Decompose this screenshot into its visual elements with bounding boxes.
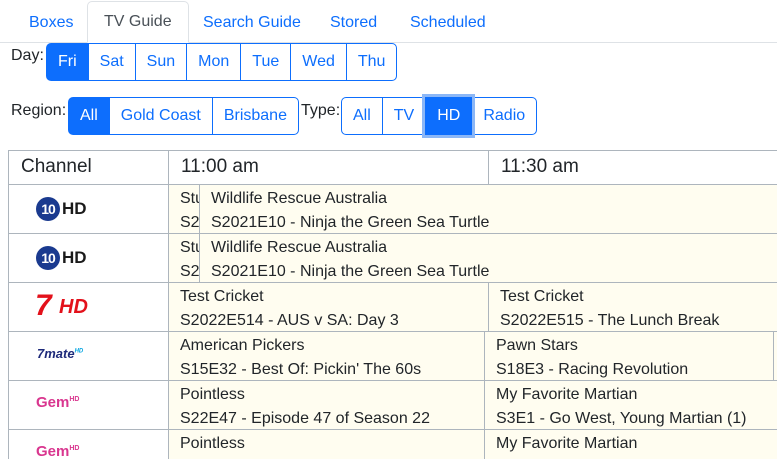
7mate-hd-logo: 7mateHD — [37, 346, 84, 361]
channel-cell: GemHD — [8, 381, 169, 430]
day-mon-button[interactable]: Mon — [186, 43, 242, 81]
tv-guide-grid: Channel 11:00 am 11:30 am 10 HD Stu S20 W… — [8, 150, 777, 459]
program-cell[interactable]: Wildlife Rescue Australia S2021E10 - Nin… — [199, 234, 777, 283]
channel-row: 7mateHD American Pickers S15E32 - Best O… — [8, 332, 777, 381]
type-button-group: All TV HD Radio — [341, 97, 538, 135]
program-cell[interactable]: American Pickers S15E32 - Best Of: Picki… — [169, 332, 485, 381]
program-cell[interactable]: Wildlife Rescue Australia S2021E10 - Nin… — [199, 185, 777, 234]
nav-tabs: Boxes TV Guide Search Guide Stored Sched… — [0, 0, 777, 43]
day-sun-button[interactable]: Sun — [134, 43, 188, 81]
day-sat-button[interactable]: Sat — [87, 43, 136, 81]
program-cell[interactable]: Pointless — [169, 430, 485, 459]
type-label: Type: — [301, 102, 341, 119]
day-fri-button[interactable]: Fri — [46, 43, 89, 81]
tab-stored[interactable]: Stored — [314, 2, 393, 43]
program-episode: S3E1 - Go West, Young Martian (1) — [496, 410, 747, 427]
type-tv-button[interactable]: TV — [381, 97, 427, 135]
ten-hd-logo: 10 HD — [36, 246, 88, 272]
channel-cell: 7mateHD — [8, 332, 169, 381]
program-title: Test Cricket — [180, 288, 264, 305]
tab-scheduled[interactable]: Scheduled — [394, 2, 502, 43]
tab-search-guide[interactable]: Search Guide — [187, 2, 317, 43]
program-cell[interactable]: My Favorite Martian — [485, 430, 777, 459]
region-label: Region: — [11, 102, 67, 119]
type-hd-button[interactable]: HD — [425, 97, 473, 135]
day-wed-button[interactable]: Wed — [290, 43, 347, 81]
channel-row: 10 HD Stu S20 Wildlife Rescue Australia S… — [8, 185, 777, 234]
region-button-group: All Gold Coast Brisbane — [68, 97, 299, 135]
day-label: Day: — [11, 47, 44, 64]
program-title: Pointless — [180, 435, 245, 452]
gem-hd-logo: GemHD — [36, 394, 80, 411]
gem-hd-logo: GemHD — [36, 443, 80, 459]
type-radio-button[interactable]: Radio — [471, 97, 538, 135]
region-brisbane-button[interactable]: Brisbane — [211, 97, 299, 135]
channel-row: 10 HD Stu S20 Wildlife Rescue Australia S… — [8, 234, 777, 283]
type-all-button[interactable]: All — [341, 97, 383, 135]
program-title: Pawn Stars — [496, 337, 578, 354]
channel-cell: 10 HD — [8, 234, 169, 283]
program-title: Wildlife Rescue Australia — [211, 190, 388, 207]
region-gold-coast-button[interactable]: Gold Coast — [108, 97, 213, 135]
program-episode: S2021E10 - Ninja the Green Sea Turtle — [211, 214, 490, 231]
program-cell[interactable]: Pawn Stars S18E3 - Racing Revolution — [485, 332, 774, 381]
program-episode: S2022E515 - The Lunch Break — [500, 312, 720, 329]
day-tue-button[interactable]: Tue — [240, 43, 292, 81]
day-button-group: Fri Sat Sun Mon Tue Wed Thu — [46, 43, 398, 81]
program-title: Wildlife Rescue Australia — [211, 239, 388, 256]
ten-hd-logo: 10 HD — [36, 197, 88, 223]
program-title: My Favorite Martian — [496, 386, 638, 403]
program-episode: S2021E10 - Ninja the Green Sea Turtle — [211, 263, 490, 280]
program-episode: S2022E514 - AUS v SA: Day 3 — [180, 312, 399, 329]
program-episode: S15E32 - Best Of: Pickin' The 60s — [180, 361, 422, 378]
program-episode: S18E3 - Racing Revolution — [496, 361, 689, 378]
channel-header: Channel — [8, 150, 169, 185]
day-thu-button[interactable]: Thu — [345, 43, 398, 81]
time-header-1130: 11:30 am — [488, 150, 777, 185]
program-title: Test Cricket — [500, 288, 584, 305]
channel-cell: 10 HD — [8, 185, 169, 234]
program-title: American Pickers — [180, 337, 305, 354]
tab-boxes[interactable]: Boxes — [13, 2, 89, 43]
program-episode: S22E47 - Episode 47 of Season 22 — [180, 410, 430, 427]
program-title: Pointless — [180, 386, 245, 403]
program-cell[interactable]: My Favorite Martian S3E1 - Go West, Youn… — [485, 381, 777, 430]
program-title: My Favorite Martian — [496, 435, 638, 452]
channel-row: 7 HD Test Cricket S2022E514 - AUS v SA: D… — [8, 283, 777, 332]
region-all-button[interactable]: All — [68, 97, 110, 135]
channel-row: GemHD Pointless My Favorite Martian — [8, 430, 777, 459]
channel-cell: 7 HD — [8, 283, 169, 332]
time-header-1100: 11:00 am — [168, 150, 489, 185]
program-cell[interactable]: Pointless S22E47 - Episode 47 of Season … — [169, 381, 485, 430]
seven-hd-logo: 7 HD — [35, 289, 88, 322]
program-cell[interactable]: Test Cricket S2022E514 - AUS v SA: Day 3 — [169, 283, 489, 332]
channel-row: GemHD Pointless S22E47 - Episode 47 of S… — [8, 381, 777, 430]
program-cell[interactable]: Test Cricket S2022E515 - The Lunch Break — [489, 283, 777, 332]
tab-tv-guide[interactable]: TV Guide — [87, 1, 189, 43]
channel-cell: GemHD — [8, 430, 169, 459]
